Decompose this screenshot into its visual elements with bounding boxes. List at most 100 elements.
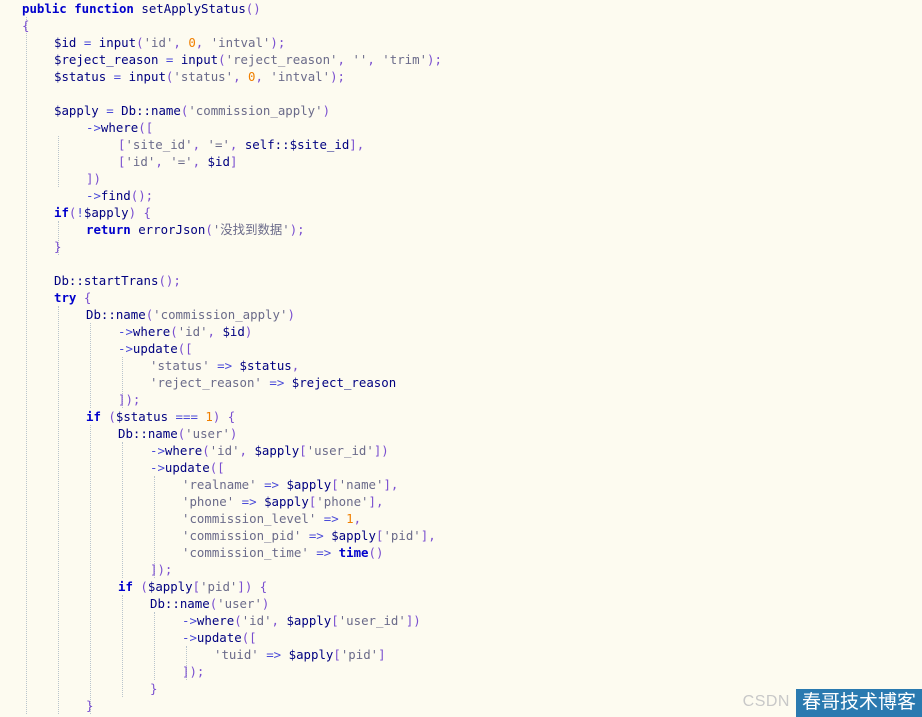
code-token: $apply <box>331 528 376 543</box>
code-token: 'pid' <box>200 579 238 594</box>
code-token: ) { <box>212 409 236 424</box>
code-token: ], <box>383 477 399 492</box>
indent-guide <box>122 442 123 578</box>
code-token: 'id' <box>209 443 240 458</box>
code-token: } <box>86 698 94 713</box>
code-line: if ($status === 1) { <box>86 408 235 425</box>
code-token: if <box>54 205 69 220</box>
code-token: ([ <box>241 630 257 645</box>
code-line: 'status' => $status, <box>150 357 299 374</box>
code-token: $reject_reason <box>54 52 159 67</box>
code-token: ([ <box>209 460 225 475</box>
code-token: find <box>100 188 131 203</box>
code-editor[interactable]: public function setApplyStatus(){$id = i… <box>0 0 922 717</box>
code-token: [ <box>192 579 201 594</box>
code-line: ]); <box>182 663 204 680</box>
indent-guide <box>26 17 27 714</box>
code-token: 'id' <box>177 324 208 339</box>
indent-guide <box>58 136 59 187</box>
code-token: ( <box>136 35 144 50</box>
code-line: return errorJson('没找到数据'); <box>86 221 305 238</box>
code-token: -> <box>182 630 197 645</box>
code-line: ]) <box>86 170 101 187</box>
code-token: , <box>367 52 383 67</box>
code-line: Db::startTrans(); <box>54 272 181 289</box>
code-token: 'pid' <box>383 528 421 543</box>
code-token: , <box>229 137 245 152</box>
code-line: } <box>86 697 93 714</box>
indent-guide <box>154 612 155 680</box>
code-line: Db::name('user') <box>118 425 237 442</box>
code-token: $site_id <box>289 137 350 152</box>
code-token: input <box>128 69 166 84</box>
code-token: , <box>173 35 189 50</box>
code-token: where <box>132 324 171 339</box>
code-token: [ <box>331 477 339 492</box>
code-token: $status <box>239 358 292 373</box>
code-line: 'realname' => $apply['name'], <box>182 476 398 493</box>
code-token: 'reject_reason' <box>225 52 338 67</box>
code-line: 'phone' => $apply['phone'], <box>182 493 383 510</box>
code-token: if <box>86 409 109 424</box>
code-token: , <box>192 154 208 169</box>
code-token: 1 <box>346 511 354 526</box>
code-line: Db::name('user') <box>150 595 269 612</box>
code-token: ); <box>289 222 305 237</box>
code-token: , <box>337 52 353 67</box>
code-line: ->update([ <box>182 629 257 646</box>
code-token: function <box>74 1 142 16</box>
code-token: $apply <box>286 477 332 492</box>
blog-name-watermark: 春哥技术博客 <box>795 689 922 717</box>
code-token: ( <box>170 324 178 339</box>
code-token: [ <box>331 613 339 628</box>
code-line: try { <box>54 289 91 306</box>
indent-guide <box>58 306 59 714</box>
code-token: $id <box>207 154 230 169</box>
code-token: [ <box>299 443 307 458</box>
code-line: 'tuid' => $apply['pid'] <box>214 646 386 663</box>
code-token: 'pid' <box>340 647 379 662</box>
code-token: -> <box>182 613 197 628</box>
code-token: return <box>86 222 139 237</box>
indent-guide <box>90 425 91 714</box>
code-line: } <box>54 238 61 255</box>
code-token: 'intval' <box>270 69 331 84</box>
code-token: 'intval' <box>210 35 271 50</box>
code-line: ]); <box>118 391 140 408</box>
code-token: , <box>192 137 208 152</box>
code-token: $apply <box>254 443 300 458</box>
code-token: ]) <box>405 613 421 628</box>
code-token: ) { <box>128 205 152 220</box>
code-token: try <box>54 290 84 305</box>
code-token: 0 <box>188 35 196 50</box>
code-token: = <box>158 52 181 67</box>
code-line: ]); <box>150 561 172 578</box>
code-token: ) <box>287 307 295 322</box>
code-token: 'id' <box>241 613 272 628</box>
code-token: -> <box>150 443 165 458</box>
code-token: 'tuid' <box>214 647 259 662</box>
code-token: $apply <box>288 647 334 662</box>
code-token: -> <box>86 120 101 135</box>
code-token: 'name' <box>338 477 384 492</box>
code-token: 'user_id' <box>338 613 406 628</box>
code-token: 'status' <box>173 69 234 84</box>
code-line: ->update([ <box>150 459 225 476</box>
code-token: ); <box>270 35 286 50</box>
code-line: ->where([ <box>86 119 153 136</box>
code-token: 'commission_apply' <box>153 307 288 322</box>
code-token: 'id' <box>143 35 174 50</box>
code-token: , <box>155 154 171 169</box>
indent-guide <box>122 595 123 697</box>
csdn-watermark: CSDN <box>742 693 790 710</box>
indent-guide <box>90 323 91 408</box>
code-token: (); <box>158 273 181 288</box>
code-token: { <box>22 18 30 33</box>
code-token: => <box>258 647 289 662</box>
code-token: 'user' <box>185 426 230 441</box>
code-line: 'commission_time' => time() <box>182 544 383 561</box>
code-token: ( <box>218 52 226 67</box>
code-token: , <box>233 69 248 84</box>
code-token: => <box>256 477 287 492</box>
code-token: 'id' <box>125 154 156 169</box>
